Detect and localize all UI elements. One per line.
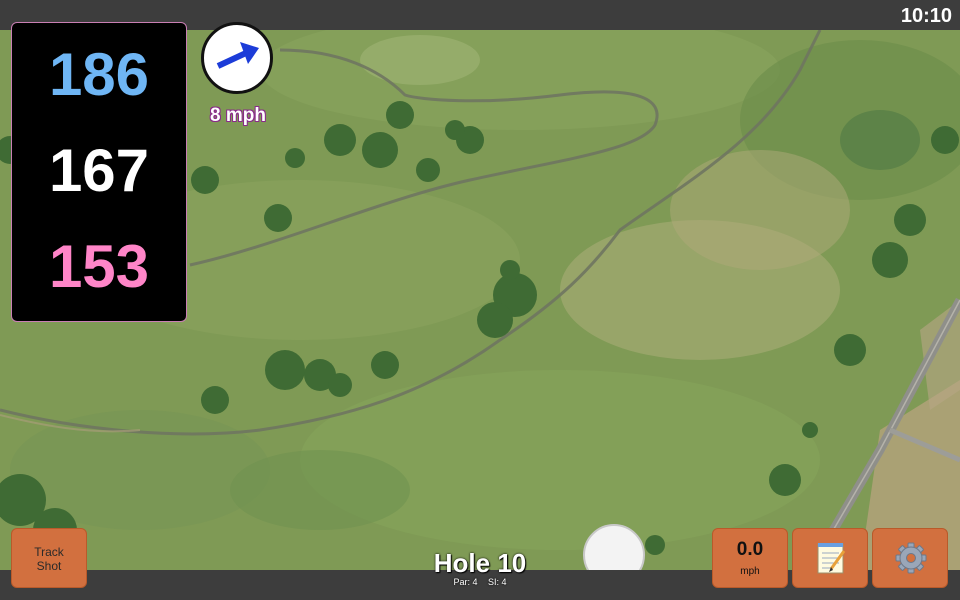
clock: 10:10 bbox=[900, 5, 952, 27]
wind-dial bbox=[201, 22, 273, 94]
wind-speed: 8 mph bbox=[210, 105, 266, 126]
notes-button[interactable] bbox=[792, 528, 868, 588]
track-shot-label-line1: Track bbox=[34, 545, 64, 559]
hole-title: Hole 10 bbox=[433, 548, 527, 578]
gear-icon bbox=[895, 542, 927, 574]
notepad-icon bbox=[817, 543, 846, 574]
speed-unit: mph bbox=[740, 566, 760, 577]
par-label: Par: 4 bbox=[453, 577, 478, 587]
speed-value: 0.0 bbox=[736, 539, 764, 560]
arrow-icon bbox=[216, 42, 259, 69]
front-distance: 153 bbox=[48, 233, 150, 300]
speed-button[interactable]: 0.0 mph bbox=[712, 528, 788, 588]
track-shot-button[interactable]: Track Shot bbox=[11, 528, 87, 588]
settings-button[interactable] bbox=[872, 528, 948, 588]
track-shot-label-line2: Shot bbox=[36, 559, 62, 573]
distance-panel: 186 167 153 bbox=[11, 22, 187, 322]
hole-info: Par: 4 SI: 4 bbox=[380, 577, 580, 587]
golf-gps-screen: 10:10 186 167 153 8 mph Track Shot Hole … bbox=[0, 0, 960, 600]
stroke-index-label: SI: 4 bbox=[488, 577, 507, 587]
back-distance: 186 bbox=[48, 41, 150, 108]
middle-distance: 167 bbox=[48, 137, 150, 204]
